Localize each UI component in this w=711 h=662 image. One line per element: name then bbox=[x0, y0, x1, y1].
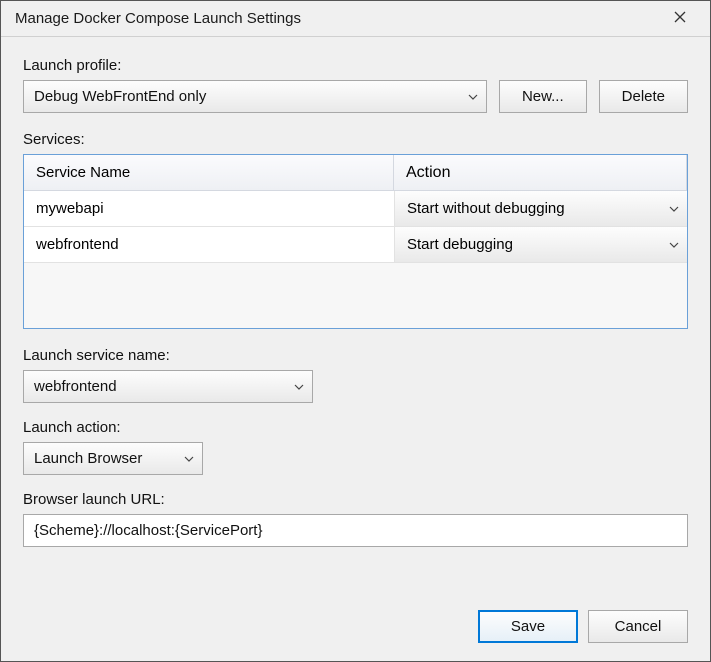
dialog-window: Manage Docker Compose Launch Settings La… bbox=[0, 0, 711, 662]
window-title: Manage Docker Compose Launch Settings bbox=[15, 10, 660, 27]
chevron-down-icon bbox=[294, 382, 304, 392]
services-grid: Service Name Action mywebapi Start witho… bbox=[23, 154, 688, 329]
action-dropdown[interactable]: Start debugging bbox=[394, 227, 687, 262]
delete-profile-button[interactable]: Delete bbox=[599, 80, 688, 113]
service-cell: mywebapi bbox=[24, 191, 394, 226]
launch-service-value: webfrontend bbox=[34, 378, 117, 395]
launch-service-dropdown[interactable]: webfrontend bbox=[23, 370, 313, 403]
services-label: Services: bbox=[23, 131, 688, 148]
launch-action-value: Launch Browser bbox=[34, 450, 142, 467]
service-cell: webfrontend bbox=[24, 227, 394, 262]
dialog-footer: Save Cancel bbox=[23, 600, 688, 643]
close-icon bbox=[674, 10, 686, 27]
launch-profile-value: Debug WebFrontEnd only bbox=[34, 88, 206, 105]
launch-profile-dropdown[interactable]: Debug WebFrontEnd only bbox=[23, 80, 487, 113]
table-row[interactable]: webfrontend Start debugging bbox=[24, 227, 687, 263]
action-value: Start debugging bbox=[407, 236, 513, 253]
chevron-down-icon bbox=[669, 204, 679, 214]
grid-header: Service Name Action bbox=[24, 155, 687, 191]
launch-profile-label: Launch profile: bbox=[23, 57, 688, 74]
save-button[interactable]: Save bbox=[478, 610, 578, 643]
browser-url-input[interactable] bbox=[23, 514, 688, 547]
close-button[interactable] bbox=[660, 1, 700, 37]
chevron-down-icon bbox=[669, 240, 679, 250]
titlebar: Manage Docker Compose Launch Settings bbox=[1, 1, 710, 37]
col-header-action: Action bbox=[394, 155, 687, 190]
cancel-button[interactable]: Cancel bbox=[588, 610, 688, 643]
dialog-body: Launch profile: Debug WebFrontEnd only N… bbox=[1, 37, 710, 661]
action-dropdown[interactable]: Start without debugging bbox=[394, 191, 687, 226]
launch-service-name-label: Launch service name: bbox=[23, 347, 688, 364]
launch-action-dropdown[interactable]: Launch Browser bbox=[23, 442, 203, 475]
new-profile-button[interactable]: New... bbox=[499, 80, 587, 113]
action-value: Start without debugging bbox=[407, 200, 565, 217]
launch-action-label: Launch action: bbox=[23, 419, 688, 436]
col-header-service: Service Name bbox=[24, 155, 394, 190]
table-row[interactable]: mywebapi Start without debugging bbox=[24, 191, 687, 227]
chevron-down-icon bbox=[184, 454, 194, 464]
browser-url-label: Browser launch URL: bbox=[23, 491, 688, 508]
chevron-down-icon bbox=[468, 92, 478, 102]
